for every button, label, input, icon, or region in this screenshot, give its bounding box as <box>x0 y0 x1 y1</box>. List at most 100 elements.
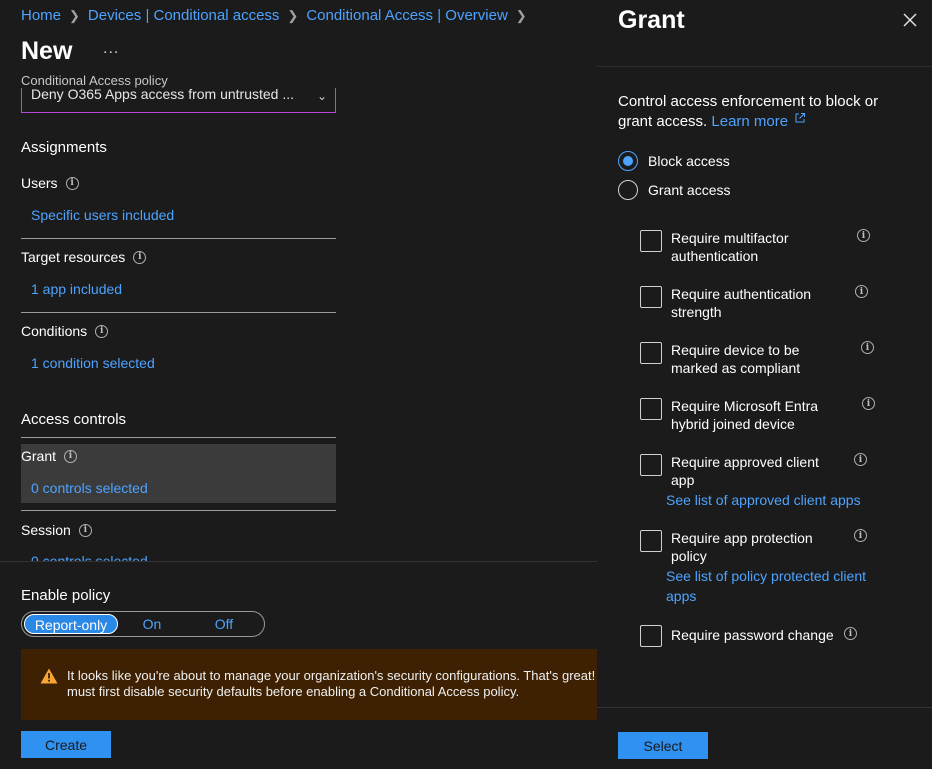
approved-client-apps-link[interactable]: See list of approved client apps <box>666 490 861 510</box>
require-approved-app-label-line2: app <box>671 472 695 488</box>
learn-more-link[interactable]: Learn more <box>711 113 806 130</box>
divider <box>21 312 336 313</box>
require-auth-strength-label-line2: strength <box>671 304 722 320</box>
require-password-change-label: Require password change <box>671 627 834 643</box>
breadcrumb-home[interactable]: Home <box>21 7 61 24</box>
require-hybrid-joined-label-line1: Require Microsoft Entra <box>671 398 819 414</box>
info-icon[interactable]: i <box>64 449 78 463</box>
policy-editor-panel: Home ❯ Devices | Conditional access ❯ Co… <box>0 0 597 769</box>
more-options-icon[interactable]: ... <box>103 40 119 58</box>
assignments-heading: Assignments <box>21 139 107 156</box>
require-hybrid-joined-checkbox[interactable] <box>640 398 662 420</box>
require-app-protection-checkbox[interactable] <box>640 530 662 552</box>
require-auth-strength-checkbox[interactable] <box>640 286 662 308</box>
users-value-link[interactable]: Specific users included <box>31 207 174 223</box>
require-compliant-device-label-line1: Require device to be <box>671 342 800 358</box>
divider <box>21 437 336 438</box>
learn-more-text: Learn more <box>711 113 789 130</box>
policy-protected-apps-link[interactable]: See list of policy protected client apps <box>666 566 866 606</box>
divider <box>21 510 336 511</box>
grant-label-row: Grant i <box>21 448 78 464</box>
target-resources-value-link[interactable]: 1 app included <box>31 281 122 297</box>
require-hybrid-joined-label-line2: hybrid joined device <box>671 416 795 432</box>
enable-policy-label: Enable policy <box>21 587 111 604</box>
require-approved-app-label: Require approved client app <box>671 453 819 489</box>
warning-message: It looks like you're about to manage you… <box>67 668 597 699</box>
info-icon[interactable]: i <box>855 285 868 298</box>
info-icon[interactable]: i <box>857 229 870 242</box>
grant-access-radio-row[interactable]: Grant access <box>618 180 730 200</box>
grant-access-radio[interactable] <box>618 180 638 200</box>
session-label: Session <box>21 522 71 538</box>
breadcrumb-conditional-access-overview[interactable]: Conditional Access | Overview <box>306 7 507 24</box>
users-label-row: Users i <box>21 175 79 191</box>
divider <box>21 238 336 239</box>
require-password-change-checkbox[interactable] <box>640 625 662 647</box>
grant-panel-footer: Select <box>597 707 932 769</box>
chevron-right-icon: ❯ <box>515 7 527 23</box>
users-label: Users <box>21 175 58 191</box>
session-label-row: Session i <box>21 522 92 538</box>
target-resources-label: Target resources <box>21 249 126 265</box>
policy-protected-apps-link-line1: See list of policy protected client <box>666 568 866 584</box>
chevron-down-icon: ⌄ <box>316 89 327 103</box>
chevron-right-icon: ❯ <box>69 7 80 23</box>
require-compliant-device-label-line2: marked as compliant <box>671 360 801 376</box>
info-icon[interactable]: i <box>844 627 857 640</box>
block-access-radio-row[interactable]: Block access <box>618 151 730 171</box>
grant-label: Grant <box>21 448 57 464</box>
grant-value-link[interactable]: 0 controls selected <box>31 480 148 496</box>
toggle-option-on[interactable]: On <box>118 614 186 634</box>
policy-protected-apps-link-line2: apps <box>666 588 697 604</box>
page-subtitle: Conditional Access policy <box>21 73 168 88</box>
conditions-label-row: Conditions i <box>21 323 109 339</box>
toggle-option-off[interactable]: Off <box>186 614 262 634</box>
grant-panel-content: Control access enforcement to block or g… <box>597 66 932 707</box>
security-defaults-warning: It looks like you're about to manage you… <box>21 649 597 720</box>
grant-description: Control access enforcement to block or g… <box>618 92 908 132</box>
select-button[interactable]: Select <box>618 732 708 759</box>
toggle-option-report-only[interactable]: Report-only <box>24 614 118 634</box>
conditions-value-link[interactable]: 1 condition selected <box>31 355 155 371</box>
info-icon[interactable]: i <box>861 341 874 354</box>
require-approved-app-label-line1: Require approved client <box>671 454 819 470</box>
close-icon[interactable] <box>902 12 918 28</box>
breadcrumb-devices-conditional-access[interactable]: Devices | Conditional access <box>88 7 279 24</box>
grant-access-label: Grant access <box>648 182 731 198</box>
require-app-protection-label-line1: Require app protection <box>671 530 813 546</box>
page-title: New <box>21 37 73 65</box>
require-hybrid-joined-label: Require Microsoft Entra hybrid joined dev… <box>671 397 818 433</box>
chevron-right-icon: ❯ <box>287 7 299 23</box>
require-app-protection-label-line2: policy <box>671 548 707 564</box>
breadcrumb: Home ❯ Devices | Conditional access ❯ Co… <box>21 7 535 24</box>
require-compliant-device-checkbox[interactable] <box>640 342 662 364</box>
require-mfa-label: Require multifactor authentication <box>671 229 789 265</box>
info-icon[interactable]: i <box>854 453 867 466</box>
block-access-radio[interactable] <box>618 151 638 171</box>
info-icon[interactable]: i <box>133 250 147 264</box>
require-mfa-checkbox[interactable] <box>640 230 662 252</box>
warning-icon <box>40 668 58 684</box>
require-approved-app-checkbox[interactable] <box>640 454 662 476</box>
info-icon[interactable]: i <box>95 324 109 338</box>
policy-name-input[interactable]: Deny O365 Apps access from untrusted ...… <box>21 88 336 113</box>
create-button[interactable]: Create <box>21 731 111 758</box>
grant-panel-title: Grant <box>618 6 685 34</box>
require-app-protection-label: Require app protection policy <box>671 529 813 565</box>
info-icon[interactable]: i <box>78 523 92 537</box>
require-mfa-label-line1: Require multifactor <box>671 230 789 246</box>
require-mfa-label-line2: authentication <box>671 248 759 264</box>
info-icon[interactable]: i <box>854 529 867 542</box>
info-icon[interactable]: i <box>65 176 79 190</box>
enable-policy-toggle[interactable]: Report-only On Off <box>21 611 265 637</box>
access-controls-heading: Access controls <box>21 411 127 428</box>
grant-blade: Grant Control access enforcement to bloc… <box>597 0 932 769</box>
info-icon[interactable]: i <box>862 397 875 410</box>
target-resources-label-row: Target resources i <box>21 249 147 265</box>
require-auth-strength-label-line1: Require authentication <box>671 286 812 302</box>
block-access-label: Block access <box>648 153 730 169</box>
policy-footer: Enable policy Report-only On Off It look… <box>0 561 597 769</box>
require-compliant-device-label: Require device to be marked as compliant <box>671 341 800 377</box>
require-auth-strength-label: Require authentication strength <box>671 285 811 321</box>
policy-name-value: Deny O365 Apps access from untrusted ... <box>31 88 295 102</box>
